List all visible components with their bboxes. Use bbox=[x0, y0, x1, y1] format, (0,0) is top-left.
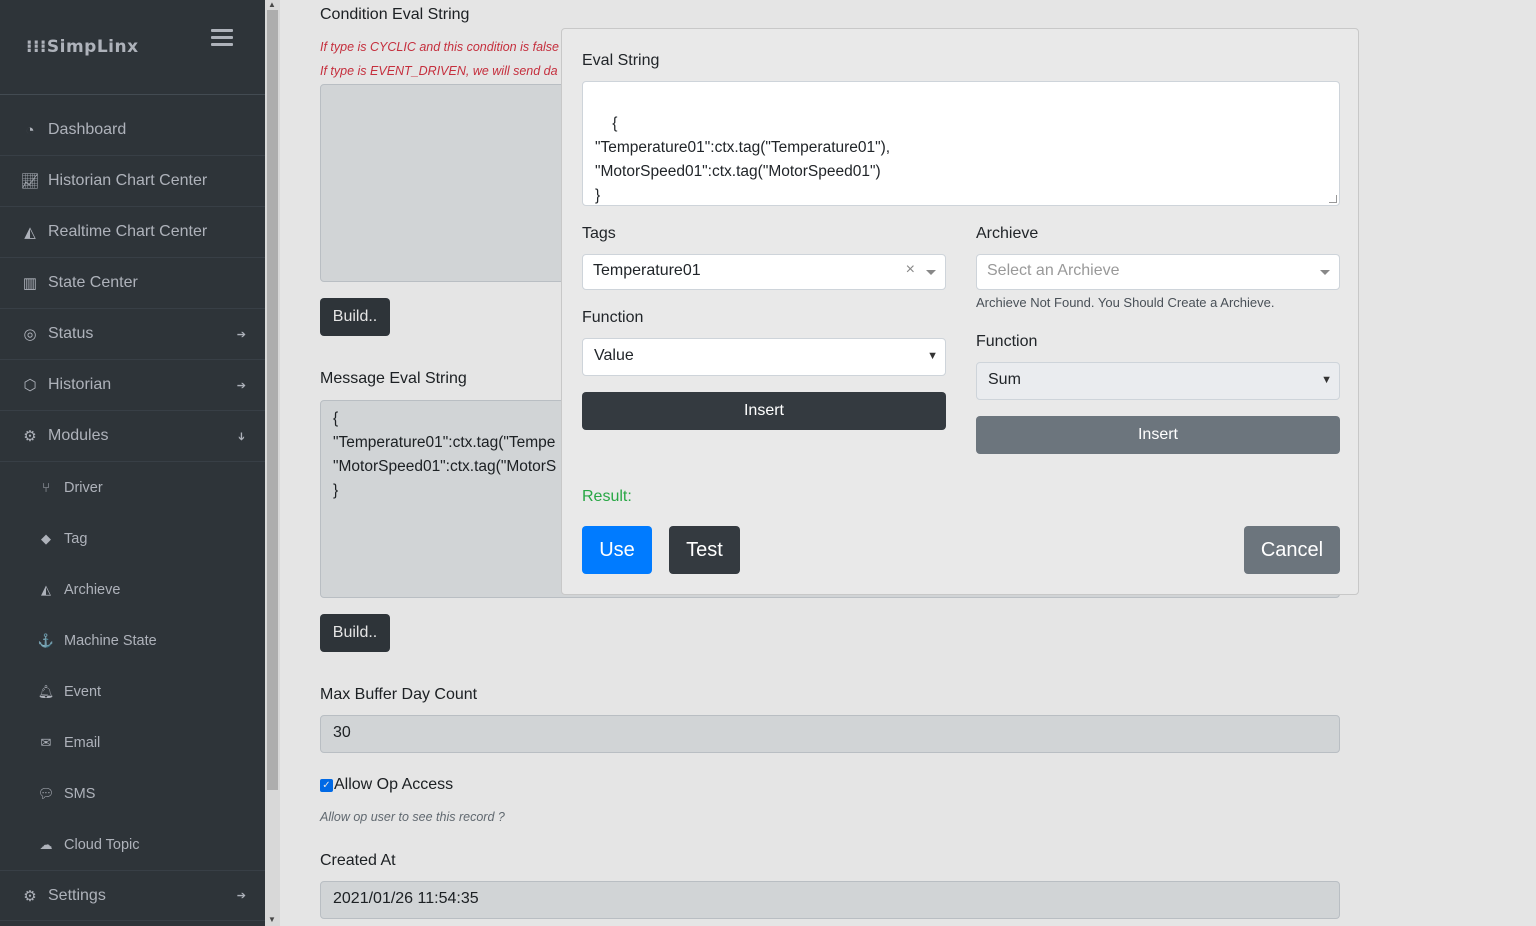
result-label: Result: bbox=[582, 488, 632, 505]
chevron-down-icon: ▼ bbox=[1321, 374, 1332, 386]
insert-tag-button[interactable]: Insert bbox=[582, 392, 946, 430]
function-select-right[interactable]: Sum ▼ bbox=[976, 362, 1340, 400]
eval-string-textarea[interactable]: { "Temperature01":ctx.tag("Temperature01… bbox=[582, 81, 1340, 206]
eval-string-builder-modal: Eval String { "Temperature01":ctx.tag("T… bbox=[561, 28, 1359, 595]
cancel-button[interactable]: Cancel bbox=[1244, 526, 1340, 574]
function-select-right-value: Sum bbox=[988, 371, 1021, 388]
test-button[interactable]: Test bbox=[669, 526, 740, 574]
tags-select[interactable]: Temperature01 × bbox=[582, 254, 946, 290]
insert-archieve-button[interactable]: Insert bbox=[976, 416, 1340, 454]
resize-grip-icon[interactable] bbox=[1329, 195, 1337, 203]
eval-string-label: Eval String bbox=[582, 52, 660, 69]
function-label-left: Function bbox=[582, 309, 644, 326]
archieve-placeholder: Select an Archieve bbox=[987, 262, 1120, 279]
tags-selected-value: Temperature01 bbox=[593, 262, 701, 279]
use-button[interactable]: Use bbox=[582, 526, 652, 574]
archieve-select[interactable]: Select an Archieve bbox=[976, 254, 1340, 290]
function-select-left-value: Value bbox=[594, 347, 634, 364]
chevron-down-icon: ▼ bbox=[927, 350, 938, 362]
function-select-left[interactable]: Value ▼ bbox=[582, 338, 946, 376]
clear-icon[interactable]: × bbox=[906, 261, 915, 279]
chevron-down-icon bbox=[926, 270, 936, 275]
function-label-right: Function bbox=[976, 333, 1038, 350]
archieve-label: Archieve bbox=[976, 225, 1039, 242]
chevron-down-icon bbox=[1320, 270, 1330, 275]
archieve-hint: Archieve Not Found. You Should Create a … bbox=[976, 295, 1275, 310]
tags-label: Tags bbox=[582, 225, 616, 242]
eval-string-text: { "Temperature01":ctx.tag("Temperature01… bbox=[595, 115, 891, 204]
